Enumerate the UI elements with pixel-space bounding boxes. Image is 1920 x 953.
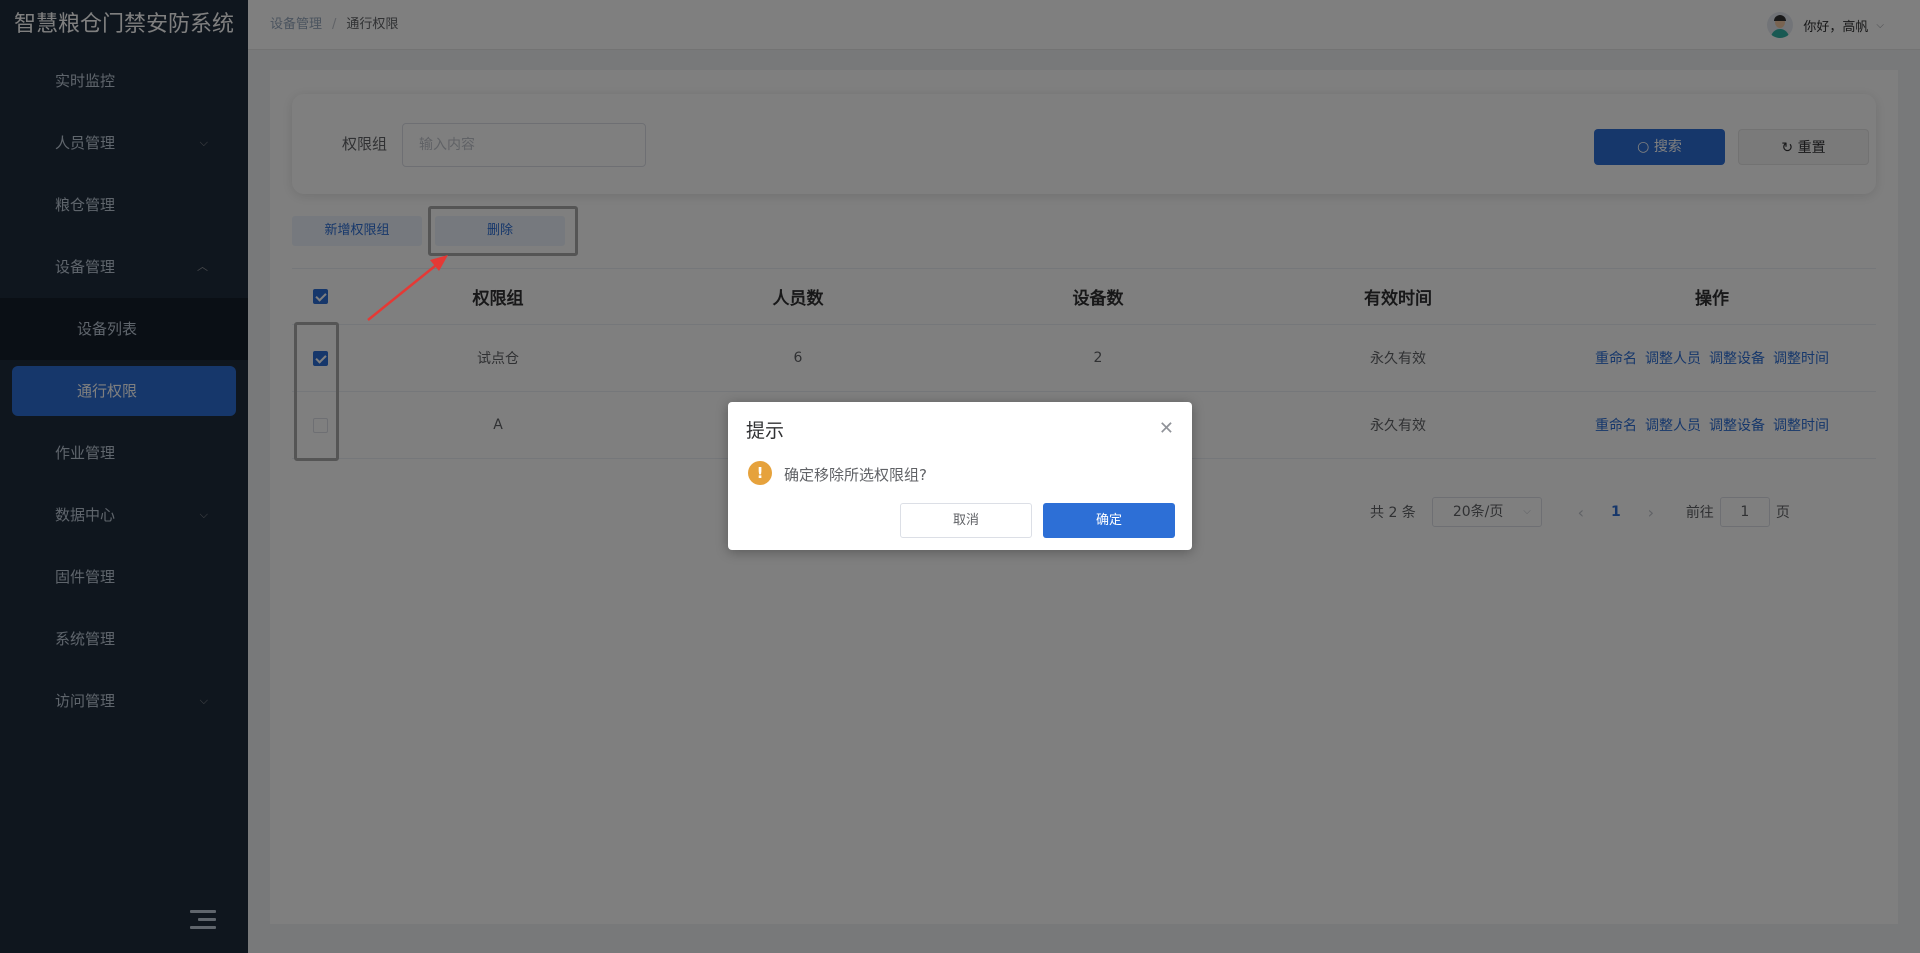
dialog-title: 提示: [746, 420, 785, 442]
confirm-button[interactable]: 确定: [1043, 503, 1175, 538]
warning-icon: !: [748, 461, 772, 485]
close-icon[interactable]: ✕: [1159, 418, 1174, 439]
annotation-box-checkboxes: [294, 322, 339, 461]
confirm-dialog: 提示 ✕ ! 确定移除所选权限组? 取消 确定: [728, 402, 1192, 550]
cancel-button[interactable]: 取消: [900, 503, 1032, 538]
annotation-box-delete: [428, 206, 578, 256]
annotation-arrow-icon: [367, 255, 448, 321]
dialog-message: 确定移除所选权限组?: [784, 466, 927, 484]
